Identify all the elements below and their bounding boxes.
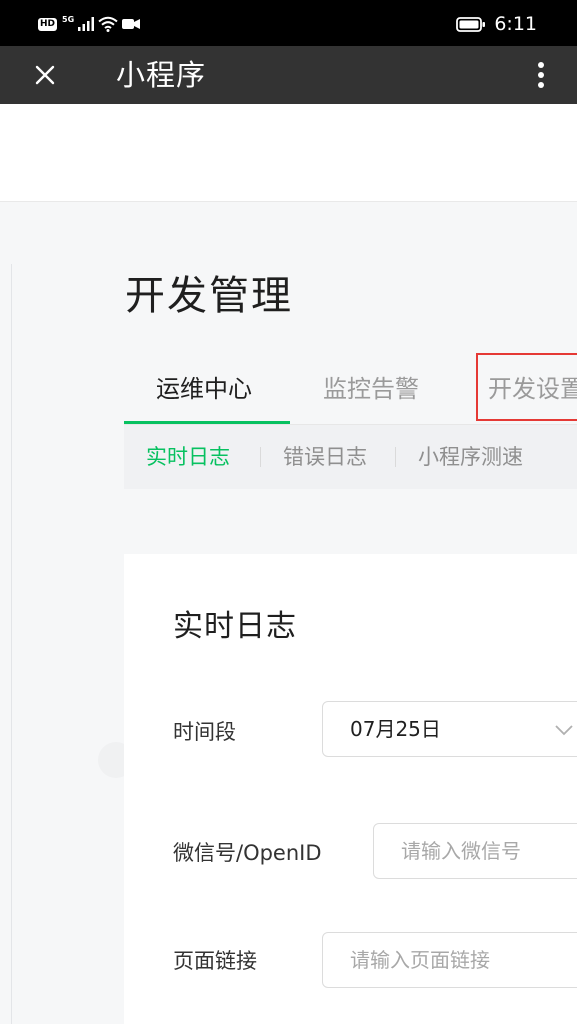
status-time: 6:11 [494,13,537,35]
card-title: 实时日志 [173,609,297,644]
status-left: HD 5G [38,14,141,33]
close-icon [35,65,55,85]
status-right: 6:11 [456,13,537,35]
video-call-icon [122,19,141,29]
web-header [0,104,577,202]
hd-badge: HD [38,17,58,31]
chevron-down-icon [555,725,573,736]
signal-icon [78,17,95,31]
openid-input[interactable]: 请输入微信号 [373,823,577,879]
more-button[interactable] [524,58,558,92]
sidebar-edge [11,264,12,1024]
subtab-bar: 实时日志 错误日志 小程序测速 [124,425,577,489]
openid-placeholder: 请输入微信号 [401,839,521,863]
network-type: 5G [62,14,75,24]
subtab-realtime-log[interactable]: 实时日志 [146,442,230,472]
subtab-separator [395,447,396,467]
page-link-label: 页面链接 [173,949,257,973]
time-range-label: 时间段 [173,720,236,744]
date-select-value: 07月25日 [350,717,441,741]
close-button[interactable] [28,58,62,92]
openid-label: 微信号/OpenID [173,841,322,865]
highlight-box [476,353,577,421]
app-title: 小程序 [116,58,207,92]
battery-icon [456,16,486,32]
page-link-input[interactable]: 请输入页面链接 [322,932,577,988]
more-vertical-icon [538,62,544,88]
status-bar: HD 5G 6:11 [0,0,577,46]
realtime-log-card: 实时日志 时间段 07月25日 微信号/OpenID 请输入微信号 页面链接 请… [124,554,577,1024]
subtab-error-log[interactable]: 错误日志 [283,442,367,472]
wifi-icon [98,16,118,32]
tab-monitor-alerts[interactable]: 监控告警 [323,370,419,408]
date-select[interactable]: 07月25日 [322,701,577,757]
page-link-placeholder: 请输入页面链接 [350,948,490,972]
page-title: 开发管理 [125,273,293,319]
title-bar: 小程序 [0,46,577,104]
subtab-speed-test[interactable]: 小程序测速 [418,442,523,472]
page-content: 开发管理 运维中心 监控告警 开发设置 实时日志 错误日志 小程序测速 实时日志… [0,202,577,1024]
tab-ops-center[interactable]: 运维中心 [156,370,252,408]
subtab-separator [260,447,261,467]
